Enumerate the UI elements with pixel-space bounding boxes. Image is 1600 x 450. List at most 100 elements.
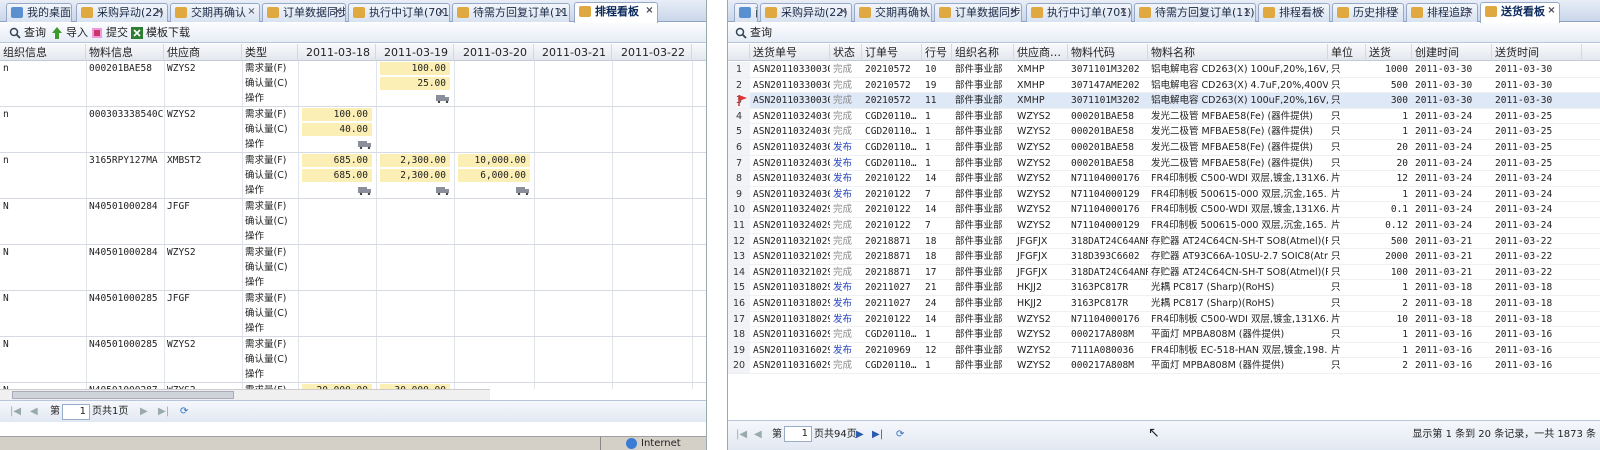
- col-header-4[interactable]: 行号: [922, 44, 952, 61]
- col-date-1[interactable]: 2011-03-18: [298, 44, 376, 61]
- tab-2[interactable]: 采购异动(22) ×: [760, 3, 852, 22]
- demand-value-cell[interactable]: [538, 338, 608, 351]
- table-row[interactable]: 17ASN201103180296发布 20210122 14 部件事业部 WZYS2 N…: [728, 311, 1600, 328]
- confirm-value-cell[interactable]: [458, 215, 530, 228]
- table-row[interactable]: 6ASN201103240302发布 CGD20110… 1 部件事业部 WZYS2 00…: [728, 140, 1600, 156]
- demand-value-cell[interactable]: 100.00: [380, 62, 450, 75]
- col-header-0[interactable]: [728, 44, 750, 61]
- last-page-icon[interactable]: ▶|: [872, 428, 883, 442]
- demand-value-cell[interactable]: [380, 200, 450, 213]
- close-icon[interactable]: ×: [1546, 5, 1557, 16]
- table-row[interactable]: 4ASN201103240304完成 CGD20110… 1 部件事业部 WZYS2 00…: [728, 108, 1600, 125]
- refresh-icon[interactable]: ⟳: [180, 405, 188, 419]
- table-row[interactable]: 3ASN201103300305完成2021057211部件事业部XMHP307…: [728, 93, 1600, 109]
- table-row[interactable]: 16ASN201103180297发布 20211027 24 部件事业部 HKJJ2 3…: [728, 296, 1600, 312]
- confirm-value-cell[interactable]: [458, 353, 530, 366]
- confirm-value-cell[interactable]: [538, 261, 608, 274]
- confirm-value-cell[interactable]: 25.00: [380, 77, 450, 90]
- col-header-3[interactable]: 订单号: [862, 44, 922, 61]
- confirm-value-cell[interactable]: [538, 169, 608, 182]
- tab-7[interactable]: 排程看板 ×: [1258, 3, 1330, 22]
- table-row[interactable]: 19ASN201103160294发布 20210969 12 部件事业部 WZYS2 7…: [728, 342, 1600, 359]
- col-material[interactable]: 物料信息: [86, 44, 164, 61]
- close-icon[interactable]: ×: [1390, 6, 1401, 17]
- first-page-icon[interactable]: |◀: [736, 428, 747, 442]
- table-row[interactable]: 5ASN201103240303完成 CGD20110… 1 部件事业部 WZYS2 00…: [728, 124, 1600, 140]
- demand-value-cell[interactable]: 10,000.00: [458, 154, 530, 167]
- confirm-value-cell[interactable]: [458, 307, 530, 320]
- truck-icon[interactable]: [516, 186, 530, 196]
- demand-value-cell[interactable]: [538, 292, 608, 305]
- close-icon[interactable]: ×: [1464, 6, 1475, 17]
- confirm-value-cell[interactable]: [380, 215, 450, 228]
- col-org[interactable]: 组织信息: [0, 44, 86, 61]
- table-row[interactable]: 10ASN201103240299完成 20210122 14 部件事业部 WZYS2 N…: [728, 202, 1600, 218]
- confirm-value-cell[interactable]: [302, 307, 372, 320]
- table-row[interactable]: 1ASN201103300305完成 20210572 10 部件事业部 XMHP 307…: [728, 62, 1600, 78]
- col-header-1[interactable]: 送货单号: [750, 44, 830, 61]
- tab-8[interactable]: 历史排程 ×: [1332, 3, 1404, 22]
- demand-value-cell[interactable]: [302, 338, 372, 351]
- table-row[interactable]: 15ASN201103180297发布 20211027 21 部件事业部 HKJJ2 3…: [728, 280, 1600, 296]
- close-icon[interactable]: ×: [1242, 6, 1253, 17]
- tab-9[interactable]: 排程追踪 ×: [1406, 3, 1478, 22]
- col-header-5[interactable]: 组织名称: [952, 44, 1014, 61]
- table-row[interactable]: 11ASN201103240299完成 20210122 7 部件事业部 WZYS2 N7…: [728, 218, 1600, 234]
- demand-value-cell[interactable]: [616, 154, 688, 167]
- confirm-value-cell[interactable]: [302, 77, 372, 90]
- confirm-value-cell[interactable]: [538, 123, 608, 136]
- tab-5[interactable]: 执行中订单(701) ×: [1026, 3, 1132, 22]
- confirm-value-cell[interactable]: [616, 261, 688, 274]
- demand-value-cell[interactable]: [616, 62, 688, 75]
- col-header-2[interactable]: 状态: [830, 44, 862, 61]
- tab-3[interactable]: 交期再确认 ×: [854, 3, 932, 22]
- confirm-value-cell[interactable]: [458, 77, 530, 90]
- tab-2[interactable]: 采购异动(22) ×: [76, 3, 168, 22]
- demand-value-cell[interactable]: [380, 108, 450, 121]
- confirm-value-cell[interactable]: [616, 353, 688, 366]
- demand-value-cell[interactable]: [616, 384, 688, 389]
- demand-value-cell[interactable]: [538, 384, 608, 389]
- demand-value-cell[interactable]: [302, 292, 372, 305]
- close-icon[interactable]: ×: [332, 6, 343, 17]
- demand-value-cell[interactable]: [458, 62, 530, 75]
- demand-value-cell[interactable]: [538, 200, 608, 213]
- demand-value-cell[interactable]: [302, 200, 372, 213]
- confirm-value-cell[interactable]: [616, 123, 688, 136]
- demand-value-cell[interactable]: [538, 62, 608, 75]
- tab-6[interactable]: 待需方回复订单(11) ×: [452, 3, 570, 22]
- col-date-4[interactable]: 2011-03-21: [534, 44, 612, 61]
- table-row[interactable]: 2ASN201103300305完成 20210572 19 部件事业部 XMHP 307…: [728, 77, 1600, 94]
- confirm-value-cell[interactable]: [380, 123, 450, 136]
- confirm-value-cell[interactable]: [302, 261, 372, 274]
- confirm-value-cell[interactable]: [616, 77, 688, 90]
- tab-5[interactable]: 执行中订单(701) ×: [348, 3, 450, 22]
- table-row[interactable]: 14ASN201103210298完成 20218871 17 部件事业部 JFGFJX…: [728, 264, 1600, 281]
- confirm-value-cell[interactable]: [616, 215, 688, 228]
- demand-value-cell[interactable]: [380, 338, 450, 351]
- confirm-value-cell[interactable]: 6,000.00: [458, 169, 530, 182]
- confirm-value-cell[interactable]: 2,300.00: [380, 169, 450, 182]
- demand-value-cell[interactable]: 100.00: [302, 108, 372, 121]
- page-input[interactable]: 1: [62, 404, 90, 420]
- template-download-button[interactable]: 模板下载: [130, 25, 190, 41]
- confirm-value-cell[interactable]: [616, 169, 688, 182]
- confirm-value-cell[interactable]: 40.00: [302, 123, 372, 136]
- demand-value-cell[interactable]: [302, 62, 372, 75]
- page-input[interactable]: 1: [784, 426, 812, 442]
- prev-page-icon[interactable]: ◀: [30, 405, 38, 419]
- confirm-value-cell[interactable]: [538, 77, 608, 90]
- next-page-icon[interactable]: ▶: [140, 405, 148, 419]
- col-header-12[interactable]: 送货时间: [1492, 44, 1582, 61]
- close-icon[interactable]: ×: [838, 6, 849, 17]
- demand-value-cell[interactable]: [458, 108, 530, 121]
- confirm-value-cell[interactable]: [538, 307, 608, 320]
- col-date-2[interactable]: 2011-03-19: [376, 44, 454, 61]
- close-icon[interactable]: ×: [556, 6, 567, 17]
- demand-value-cell[interactable]: [538, 246, 608, 259]
- table-row[interactable]: 8ASN201103240300发布 20210122 14 部件事业部 WZYS2 N7…: [728, 171, 1600, 187]
- demand-value-cell[interactable]: [616, 108, 688, 121]
- close-icon[interactable]: ×: [1118, 6, 1129, 17]
- close-icon[interactable]: ×: [1316, 6, 1327, 17]
- confirm-value-cell[interactable]: [538, 215, 608, 228]
